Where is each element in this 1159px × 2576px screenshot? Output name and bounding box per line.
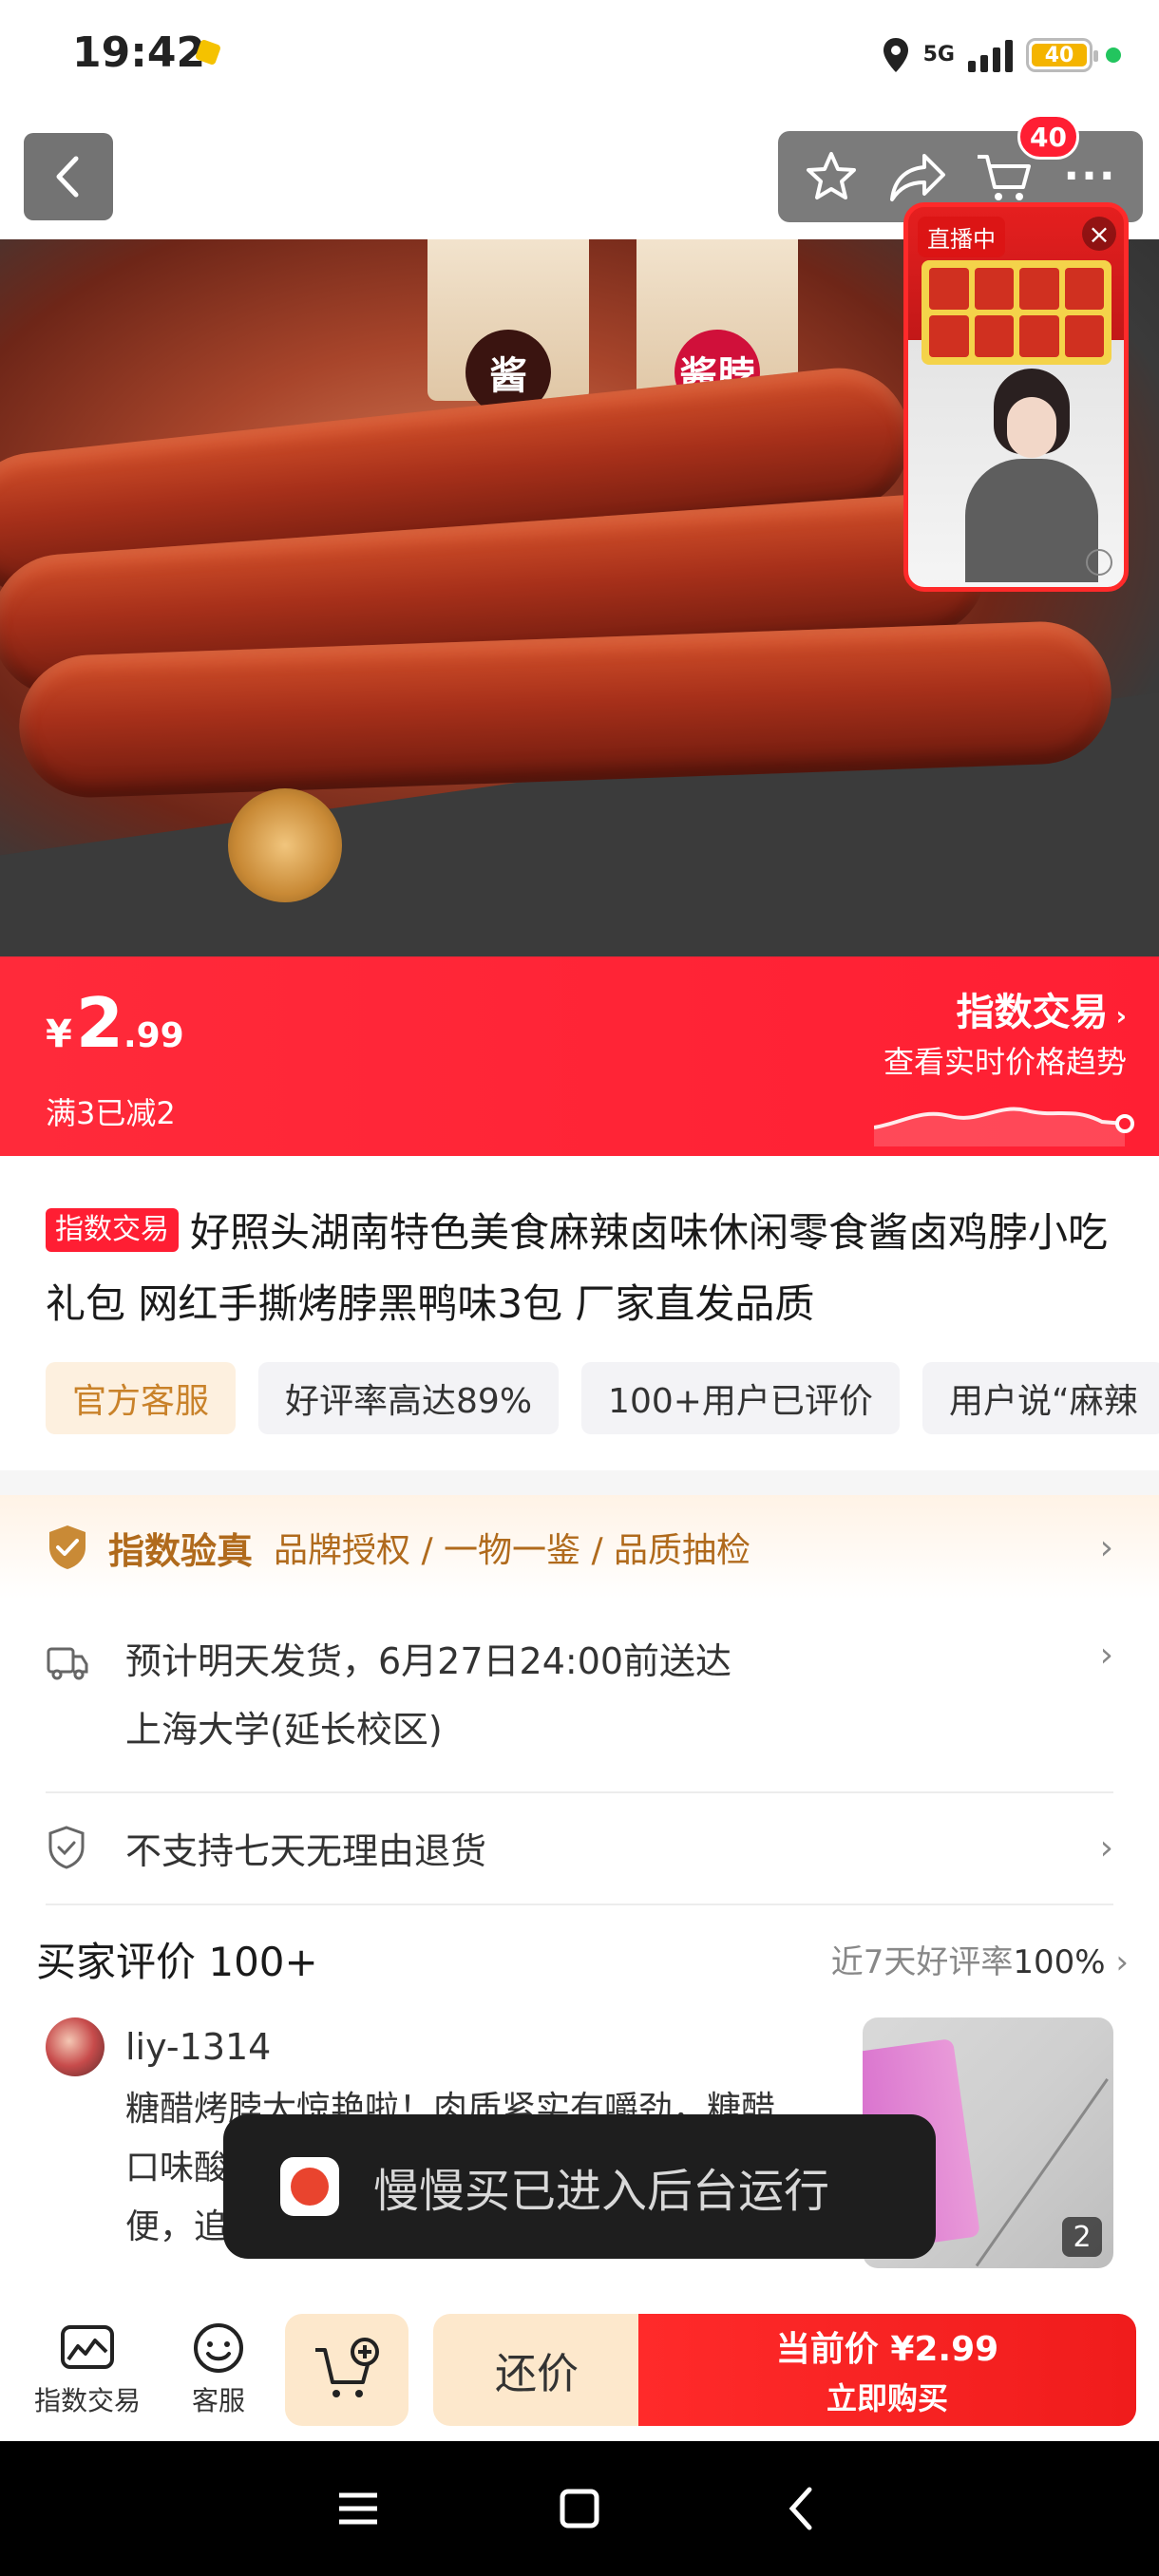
chip-official-service[interactable]: 官方客服 (46, 1362, 237, 1434)
signal-icon (968, 38, 1013, 72)
home-button[interactable] (542, 2471, 618, 2547)
live-badge: 直播中 (918, 217, 1005, 257)
delivery-address: 上海大学(延长校区) (125, 1709, 443, 1751)
delivery-row[interactable]: 预计明天发货，6月27日24:00前送达 上海大学(延长校区) › (46, 1632, 1113, 1791)
star-icon (806, 152, 856, 199)
live-host (965, 369, 1098, 582)
chip-good-rate[interactable]: 好评率高达89% (258, 1362, 560, 1434)
index-trade-icon (61, 2325, 114, 2369)
network-label: 5G (922, 43, 955, 66)
back-button[interactable] (24, 133, 113, 220)
chip-user-says[interactable]: 用户说“麻辣 (922, 1362, 1159, 1434)
index-trade-title: 指数交易 (956, 991, 1109, 1034)
battery-level: 40 (1032, 44, 1087, 67)
divider (46, 1791, 1113, 1793)
cart-count-badge: 40 (1017, 114, 1079, 160)
menu-button[interactable] (320, 2471, 396, 2547)
cart-icon (977, 155, 1031, 200)
back-arrow-icon (788, 2487, 812, 2530)
toast-text: 慢慢买已进入后台运行 (373, 2165, 830, 2218)
bargain-button[interactable]: 还价 (433, 2314, 640, 2426)
buy-now-button[interactable]: 当前价 ¥2.99 立即购买 (638, 2314, 1136, 2426)
shield-check-icon (48, 1826, 85, 1869)
product-title: 指数交易 好照头湖南特色美食麻辣卤味休闲零食酱卤鸡脖小吃礼包 网红手撕烤脖黑鸭味3… (46, 1197, 1129, 1339)
home-square-icon (560, 2489, 599, 2529)
more-icon: ··· (1063, 152, 1117, 200)
price-currency: ¥ (46, 1013, 72, 1056)
authenticity-row[interactable]: 指数验真 品牌授权 / 一物一鉴 / 品质抽检 › (0, 1495, 1159, 1600)
index-trade-tag: 指数交易 (46, 1208, 179, 1252)
authenticity-desc: 品牌授权 / 一物一鉴 / 品质抽检 (274, 1531, 751, 1570)
live-close-button[interactable]: × (1082, 217, 1116, 251)
chevron-right-icon: › (1099, 1828, 1113, 1867)
photo-count-badge: 2 (1062, 2217, 1102, 2257)
mute-icon[interactable] (1086, 549, 1112, 576)
system-navigation-bar (0, 2441, 1159, 2576)
authenticity-title: 指数验真 (108, 1529, 254, 1572)
smile-icon (194, 2323, 243, 2373)
location-icon (883, 38, 908, 72)
system-back-button[interactable] (763, 2471, 839, 2547)
customer-service-label: 客服 (191, 2385, 245, 2416)
add-cart-icon (315, 2338, 379, 2397)
delivery-estimate: 预计明天发货，6月27日24:00前送达 (125, 1640, 732, 1682)
avatar (46, 2017, 104, 2076)
return-policy-row[interactable]: 不支持七天无理由退货 › (46, 1814, 1113, 1881)
back-arrow-icon (56, 156, 79, 198)
share-icon (889, 154, 945, 201)
favorite-button[interactable] (798, 143, 864, 210)
chevron-right-icon: › (1115, 1943, 1129, 1981)
privacy-indicator-icon (1106, 47, 1121, 63)
price-trend-sparkline (874, 1107, 1134, 1146)
menu-icon (338, 2492, 377, 2525)
reviews-title: 买家评价 100+ (36, 1939, 318, 1985)
star-anise (228, 788, 342, 902)
index-trade-label: 指数交易 (34, 2385, 142, 2416)
feature-chips: 官方客服 好评率高达89% 100+用户已评价 用户说“麻辣 (46, 1362, 1159, 1434)
app-logo-icon (280, 2157, 339, 2216)
battery-icon: 40 (1026, 38, 1098, 72)
live-stream-window[interactable]: 直播中 × (903, 202, 1129, 592)
reviews-good-rate: 近7天好评率100% › (830, 1943, 1129, 1981)
live-product-board (922, 260, 1112, 365)
reviews-header[interactable]: 买家评价 100+ 近7天好评率100% › (36, 1930, 1129, 1988)
reviewer-name: liy-1314 (125, 2026, 272, 2068)
price-decimal: .99 (123, 1016, 184, 1055)
price-trend-link[interactable]: 查看实时价格趋势 (884, 1038, 1127, 1082)
section-divider (0, 1470, 1159, 1495)
divider (46, 1904, 1113, 1905)
chip-review-count[interactable]: 100+用户已评价 (581, 1362, 900, 1434)
share-button[interactable] (884, 143, 951, 210)
customer-service-tab[interactable]: 客服 (190, 2321, 247, 2418)
price-banner: ¥ 2 .99 满3已减2 指数交易 › 查看实时价格趋势 (0, 957, 1159, 1156)
product-title-text: 好照头湖南特色美食麻辣卤味休闲零食酱卤鸡脖小吃礼包 网红手撕烤脖黑鸭味3包 厂家… (46, 1209, 1109, 1327)
index-trade-tab[interactable]: 指数交易 (34, 2321, 141, 2418)
chevron-right-icon: › (1115, 1000, 1127, 1032)
buy-now-label: 立即购买 (826, 2380, 948, 2416)
add-to-cart-button[interactable] (285, 2314, 408, 2426)
price-integer: 2 (75, 983, 124, 1063)
status-bar: 19:42 5G 40 (0, 0, 1159, 114)
buy-price-label: 当前价 ¥2.99 (775, 2330, 999, 2369)
reviewer: liy-1314 (46, 2017, 271, 2076)
verified-shield-icon (49, 1525, 86, 1569)
bottom-action-bar: 指数交易 客服 还价 当前价 ¥2.99 立即购买 (0, 2289, 1159, 2441)
background-running-toast: 慢慢买已进入后台运行 (223, 2114, 936, 2259)
chevron-right-icon: › (1099, 1636, 1113, 1675)
status-time: 19:42 (72, 28, 206, 77)
product-package: 酱 (428, 239, 589, 415)
chevron-right-icon: › (1099, 1527, 1113, 1567)
promo-text: 满3已减2 (46, 1095, 176, 1131)
return-policy-text: 不支持七天无理由退货 (125, 1829, 487, 1872)
index-trade-link[interactable]: 指数交易 › (956, 981, 1127, 1036)
delivery-truck-icon (47, 1647, 88, 1680)
status-indicators: 5G 40 (882, 30, 1121, 80)
current-price: ¥ 2 .99 (46, 983, 184, 1063)
